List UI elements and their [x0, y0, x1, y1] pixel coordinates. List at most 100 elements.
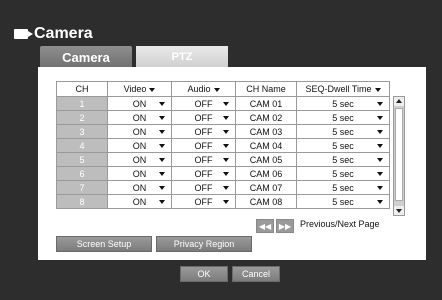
- seq-dwell-select[interactable]: 5 sec: [296, 166, 390, 181]
- video-select[interactable]: ON: [107, 194, 172, 209]
- chevron-down-icon: [223, 116, 229, 120]
- audio-select[interactable]: OFF: [171, 138, 236, 153]
- privacy-region-button[interactable]: Privacy Region: [156, 236, 252, 252]
- video-select[interactable]: ON: [107, 138, 172, 153]
- fast-forward-icon: ▶▶: [278, 221, 292, 231]
- ch-name-field[interactable]: CAM 08: [235, 194, 297, 209]
- table-scrollbar[interactable]: [393, 96, 405, 216]
- rewind-icon: ◀◀: [258, 221, 272, 231]
- table-row: 4 ON OFF CAM 04 5 sec: [56, 138, 390, 153]
- chevron-down-icon: [159, 186, 165, 190]
- dialog-title: Camera: [14, 25, 93, 43]
- audio-select[interactable]: OFF: [171, 124, 236, 139]
- camera-dialog: Camera Camera PTZ CH Video Audio CH Name…: [0, 0, 442, 300]
- chevron-down-icon: [377, 116, 383, 120]
- table-header-row: CH Video Audio CH Name SEQ-Dwell Time: [56, 81, 390, 97]
- tab-camera[interactable]: Camera: [40, 46, 132, 68]
- chevron-down-icon: [159, 130, 165, 134]
- audio-select[interactable]: OFF: [171, 180, 236, 195]
- ch-number: 1: [56, 96, 108, 111]
- ch-number: 3: [56, 124, 108, 139]
- header-ch: CH: [56, 81, 108, 97]
- ch-number: 6: [56, 166, 108, 181]
- video-select[interactable]: ON: [107, 124, 172, 139]
- audio-select[interactable]: OFF: [171, 194, 236, 209]
- audio-select[interactable]: OFF: [171, 166, 236, 181]
- ch-name-field[interactable]: CAM 06: [235, 166, 297, 181]
- chevron-down-icon: [377, 172, 383, 176]
- ch-name-field[interactable]: CAM 04: [235, 138, 297, 153]
- video-select[interactable]: ON: [107, 110, 172, 125]
- table-row: 3 ON OFF CAM 03 5 sec: [56, 124, 390, 139]
- ch-number: 8: [56, 194, 108, 209]
- ch-number: 7: [56, 180, 108, 195]
- chevron-down-icon: [223, 200, 229, 204]
- chevron-down-icon: [223, 130, 229, 134]
- seq-dwell-select[interactable]: 5 sec: [296, 124, 390, 139]
- tab-ptz[interactable]: PTZ: [136, 46, 228, 68]
- chevron-down-icon: [377, 130, 383, 134]
- chevron-down-icon: [377, 144, 383, 148]
- video-select[interactable]: ON: [107, 152, 172, 167]
- table-row: 6 ON OFF CAM 06 5 sec: [56, 166, 390, 181]
- screen-setup-button[interactable]: Screen Setup: [56, 236, 152, 252]
- chevron-down-icon: [377, 158, 383, 162]
- camera-icon: [14, 29, 33, 39]
- video-select[interactable]: ON: [107, 96, 172, 111]
- seq-dwell-select[interactable]: 5 sec: [296, 110, 390, 125]
- chevron-down-icon: [223, 144, 229, 148]
- table-row: 2 ON OFF CAM 02 5 sec: [56, 110, 390, 125]
- scroll-up-icon[interactable]: [394, 97, 404, 106]
- camera-table: CH Video Audio CH Name SEQ-Dwell Time 1 …: [56, 81, 390, 209]
- pager-label: Previous/Next Page: [300, 219, 380, 229]
- header-audio[interactable]: Audio: [171, 81, 236, 97]
- chevron-down-icon: [149, 87, 156, 92]
- chevron-down-icon: [159, 102, 165, 106]
- header-ch-name: CH Name: [235, 81, 297, 97]
- dialog-title-text: Camera: [34, 25, 93, 42]
- chevron-down-icon: [159, 172, 165, 176]
- ch-name-field[interactable]: CAM 07: [235, 180, 297, 195]
- chevron-down-icon: [213, 87, 220, 92]
- next-page-button[interactable]: ▶▶: [276, 219, 294, 233]
- chevron-down-icon: [159, 144, 165, 148]
- ch-number: 5: [56, 152, 108, 167]
- seq-dwell-select[interactable]: 5 sec: [296, 152, 390, 167]
- seq-dwell-select[interactable]: 5 sec: [296, 96, 390, 111]
- audio-select[interactable]: OFF: [171, 110, 236, 125]
- ch-name-field[interactable]: CAM 02: [235, 110, 297, 125]
- chevron-down-icon: [377, 102, 383, 106]
- table-row: 8 ON OFF CAM 08 5 sec: [56, 194, 390, 209]
- scrollbar-thumb[interactable]: [395, 108, 403, 201]
- video-select[interactable]: ON: [107, 180, 172, 195]
- ch-name-field[interactable]: CAM 03: [235, 124, 297, 139]
- previous-page-button[interactable]: ◀◀: [256, 219, 274, 233]
- audio-select[interactable]: OFF: [171, 96, 236, 111]
- ok-button[interactable]: OK: [180, 266, 228, 282]
- audio-select[interactable]: OFF: [171, 152, 236, 167]
- chevron-down-icon: [159, 158, 165, 162]
- scroll-down-icon[interactable]: [394, 206, 404, 215]
- table-row: 5 ON OFF CAM 05 5 sec: [56, 152, 390, 167]
- chevron-down-icon: [377, 186, 383, 190]
- chevron-down-icon: [223, 186, 229, 190]
- header-video[interactable]: Video: [107, 81, 172, 97]
- chevron-down-icon: [377, 200, 383, 204]
- header-seq-dwell-time[interactable]: SEQ-Dwell Time: [296, 81, 390, 97]
- camera-panel: CH Video Audio CH Name SEQ-Dwell Time 1 …: [38, 67, 426, 260]
- seq-dwell-select[interactable]: 5 sec: [296, 194, 390, 209]
- video-select[interactable]: ON: [107, 166, 172, 181]
- ch-number: 4: [56, 138, 108, 153]
- chevron-down-icon: [223, 158, 229, 162]
- ch-name-field[interactable]: CAM 05: [235, 152, 297, 167]
- chevron-down-icon: [223, 172, 229, 176]
- chevron-down-icon: [159, 200, 165, 204]
- table-row: 1 ON OFF CAM 01 5 sec: [56, 96, 390, 111]
- table-row: 7 ON OFF CAM 07 5 sec: [56, 180, 390, 195]
- ch-name-field[interactable]: CAM 01: [235, 96, 297, 111]
- seq-dwell-select[interactable]: 5 sec: [296, 180, 390, 195]
- chevron-down-icon: [374, 87, 381, 92]
- cancel-button[interactable]: Cancel: [232, 266, 280, 282]
- seq-dwell-select[interactable]: 5 sec: [296, 138, 390, 153]
- chevron-down-icon: [223, 102, 229, 106]
